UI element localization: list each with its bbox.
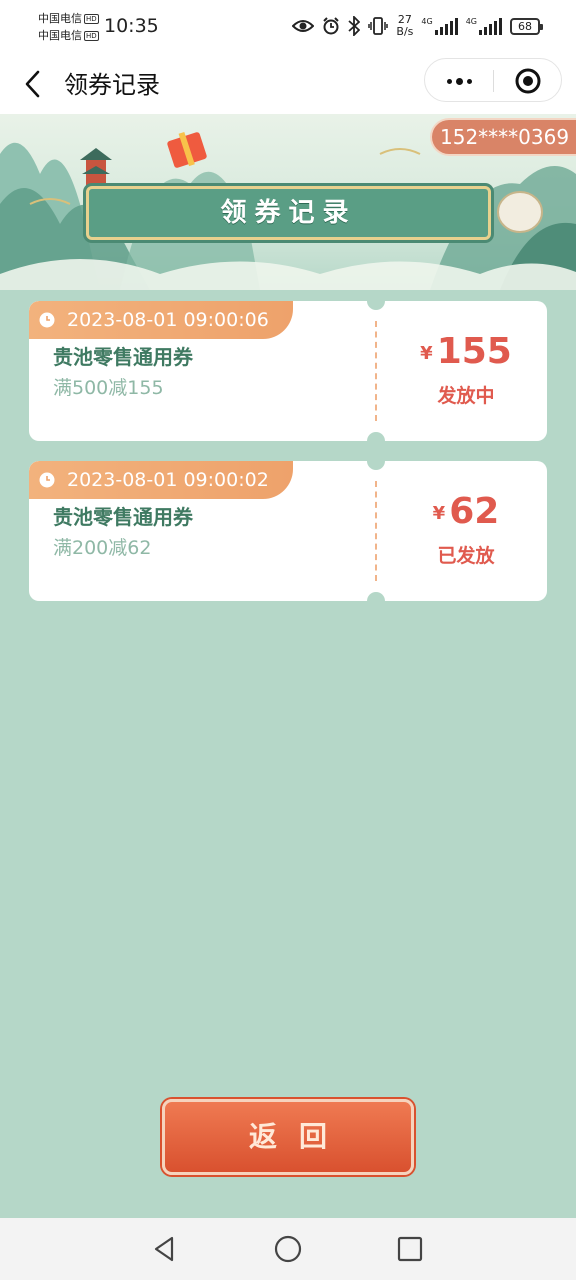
- coupon-status: 发放中: [437, 385, 495, 407]
- coupon-rule: 满200减62: [53, 537, 152, 559]
- chevron-left-icon: [25, 70, 40, 98]
- carrier-2: 中国电信: [38, 29, 82, 42]
- coupon-amount: ¥155: [385, 331, 547, 372]
- system-home-button[interactable]: [271, 1232, 305, 1266]
- home-circle-icon: [274, 1235, 302, 1263]
- clock-icon: [39, 472, 55, 488]
- carrier-1: 中国电信: [38, 12, 82, 25]
- return-button[interactable]: 返回: [162, 1099, 414, 1175]
- status-bar: 中国电信 HD 中国电信 HD 10:35 27 B/s 4G 4G 68: [0, 0, 576, 56]
- signal-icon: 4G: [421, 17, 458, 35]
- nav-bar: 领券记录: [0, 56, 576, 114]
- battery-icon: 68: [510, 17, 543, 35]
- net-speed: 27 B/s: [396, 14, 413, 38]
- page-title: 领券记录: [64, 71, 160, 99]
- currency-symbol: ¥: [420, 343, 433, 364]
- signal-icon: 4G: [466, 17, 502, 35]
- eye-icon: [292, 20, 315, 32]
- coupon-card: 2023-08-01 09:00:06 贵池零售通用券 满500减155 ¥15…: [29, 301, 547, 441]
- gift-box-icon: [167, 131, 207, 168]
- alarm-icon: [323, 17, 340, 35]
- title-plaque: 领券记录: [86, 186, 491, 240]
- coupon-notch: [367, 461, 385, 470]
- coupon-amount: ¥62: [385, 491, 547, 532]
- coupon-divider: [375, 481, 377, 581]
- system-recents-button[interactable]: [393, 1232, 427, 1266]
- back-triangle-icon: [154, 1236, 174, 1262]
- coupon-divider: [375, 321, 377, 421]
- coupon-time-tag: 2023-08-01 09:00:02: [29, 461, 293, 499]
- currency-symbol: ¥: [432, 503, 446, 524]
- header-banner: 152****0369 领券记录: [0, 114, 576, 290]
- phone-number-badge: 152****0369: [430, 118, 576, 156]
- vibrate-icon: [368, 17, 389, 35]
- coupon-notch: [367, 592, 385, 601]
- coupon-rule: 满500减155: [53, 377, 164, 399]
- coupon-status: 已发放: [437, 545, 495, 567]
- amount-value: 62: [449, 491, 500, 532]
- recents-square-icon: [397, 1236, 423, 1262]
- signal-label: 4G: [421, 17, 433, 26]
- banner-title: 领券记录: [220, 198, 357, 228]
- more-dots-icon: [446, 78, 452, 84]
- bluetooth-icon: [348, 16, 361, 36]
- clock: 10:35: [104, 15, 159, 37]
- mini-program-capsule: [424, 58, 562, 102]
- coupon-card: 2023-08-01 09:00:02 贵池零售通用券 满200减62 ¥62 …: [29, 461, 547, 601]
- system-navigation-bar: [0, 1218, 576, 1280]
- coupon-notch: [367, 432, 385, 441]
- close-mini-program-button[interactable]: [494, 59, 562, 103]
- status-icons: 27 B/s 4G 4G 68: [292, 14, 543, 38]
- system-back-button[interactable]: [148, 1232, 182, 1266]
- clock-icon: [39, 312, 55, 328]
- coupon-time-tag: 2023-08-01 09:00:06: [29, 301, 293, 339]
- coupon-time: 2023-08-01 09:00:06: [67, 309, 269, 331]
- hd-badge: HD: [84, 13, 99, 24]
- more-button[interactable]: [425, 59, 493, 103]
- coupon-notch: [367, 301, 385, 310]
- signal-label: 4G: [465, 17, 477, 26]
- amount-value: 155: [436, 331, 512, 372]
- coupon-name: 贵池零售通用券: [53, 505, 193, 529]
- coupon-time: 2023-08-01 09:00:02: [67, 469, 269, 491]
- target-icon: [515, 68, 541, 94]
- back-button[interactable]: [16, 66, 52, 102]
- net-speed-unit: B/s: [396, 25, 414, 38]
- carrier-info: 中国电信 HD 中国电信 HD: [38, 10, 99, 44]
- hd-badge: HD: [84, 30, 99, 41]
- coupon-name: 贵池零售通用券: [53, 345, 193, 369]
